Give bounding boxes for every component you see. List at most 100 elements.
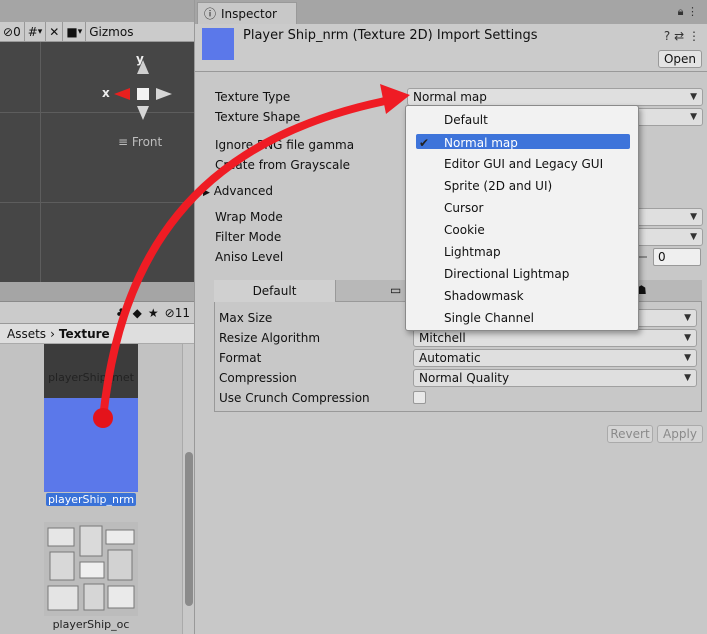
camera-button[interactable]: ■ ▾ (63, 21, 87, 42)
preset-icon[interactable]: ⇄ (674, 29, 684, 43)
inspector-header: Player Ship_nrm (Texture 2D) Import Sett… (195, 24, 707, 72)
inspector-tab-bar: ⓘ Inspector 🔒︎ ⋮ (195, 0, 707, 24)
project-panel: ♣ ◆ ★ ⊘11 Assets › Texture playerShip_me… (0, 282, 194, 634)
tools-icon: ✕ (49, 24, 60, 39)
foldout-arrow-icon: ▶ (203, 188, 210, 198)
menu-lines-icon: ≡ (118, 135, 129, 149)
aniso-level-label: Aniso Level (215, 250, 284, 264)
dropdown-arrow-icon: ▼ (690, 232, 697, 242)
filter-by-type-icon[interactable]: ♣ (116, 306, 127, 320)
axis-x-label: x (102, 86, 110, 100)
apply-button[interactable]: Apply (657, 425, 703, 443)
asset-grid: playerShip_met playerShip_nrm playerShip… (0, 344, 182, 634)
inspector-title: Player Ship_nrm (Texture 2D) Import Sett… (243, 28, 538, 43)
tab-inspector[interactable]: ⓘ Inspector (197, 2, 297, 24)
breadcrumb-separator: › (50, 326, 55, 341)
gizmos-label: Gizmos (89, 24, 134, 39)
resize-algorithm-value: Mitchell (419, 331, 466, 345)
breadcrumb: Assets › Texture (0, 324, 194, 344)
view-mode-toggle[interactable]: ≡ Front (118, 135, 162, 149)
menu-item-lightmap[interactable]: Lightmap (406, 242, 638, 262)
advanced-foldout[interactable]: ▶ Advanced (203, 184, 273, 198)
breadcrumb-root[interactable]: Assets (7, 327, 46, 341)
lock-icon[interactable]: 🔒︎ (678, 5, 684, 18)
format-label: Format (219, 351, 262, 365)
more-menu-icon[interactable]: ⋮ (687, 5, 698, 18)
texture-type-label: Texture Type (215, 90, 291, 104)
more-menu-icon[interactable]: ⋮ (688, 29, 700, 43)
menu-item-normal-map[interactable]: ✔ Normal map (406, 133, 638, 153)
texture-preview-icon (202, 28, 234, 60)
axis-y-label: y (136, 52, 144, 66)
scene-view[interactable]: ⊘ 0 # ▾ ✕ ■ ▾ Gizmos x y ≡ Front (0, 0, 194, 282)
tab-controls: 🔒︎ ⋮ (678, 5, 698, 19)
hidden-count: 0 (13, 24, 21, 39)
monitor-icon[interactable]: ▭ (390, 283, 401, 297)
compression-label: Compression (219, 371, 297, 385)
header-controls: ? ⇄ ⋮ (664, 29, 700, 43)
dropdown-arrow-icon: ▼ (684, 373, 691, 383)
texture-type-dropdown[interactable]: Normal map ▼ (407, 88, 703, 106)
asset-label: playerShip_oc (52, 618, 130, 631)
open-button[interactable]: Open (658, 50, 702, 68)
menu-item-shadowmask[interactable]: Shadowmask (406, 286, 638, 306)
grid-line (40, 42, 41, 282)
grid-snap-button[interactable]: # ▾ (25, 21, 47, 42)
menu-item-cursor[interactable]: Cursor (406, 198, 638, 218)
view-label: Front (131, 135, 163, 149)
resize-algorithm-dropdown[interactable]: Mitchell ▼ (413, 329, 697, 347)
project-toolbar: ♣ ◆ ★ ⊘11 (0, 302, 194, 324)
create-from-grayscale-label: Create from Grayscale (215, 158, 351, 172)
camera-icon: ■ (66, 24, 78, 39)
texture-type-value: Normal map (413, 90, 487, 104)
scene-toolbar: ⊘ 0 # ▾ ✕ ■ ▾ Gizmos (0, 21, 194, 42)
menu-item-cookie[interactable]: Cookie (406, 220, 638, 240)
resize-algorithm-label: Resize Algorithm (219, 331, 321, 345)
dropdown-arrow-icon: ▼ (690, 112, 697, 122)
menu-item-editor-gui[interactable]: Editor GUI and Legacy GUI (406, 154, 638, 174)
checkmark-icon: ✔ (419, 136, 430, 150)
project-tab-bar (0, 282, 194, 302)
scrollbar-thumb[interactable] (185, 452, 193, 606)
visibility-toggle[interactable]: ⊘ 0 (0, 21, 25, 42)
menu-item-single-channel[interactable]: Single Channel (406, 308, 638, 328)
compression-dropdown[interactable]: Normal Quality ▼ (413, 369, 697, 387)
label-icon[interactable]: ◆ (133, 306, 142, 320)
scene-tab-strip (0, 0, 194, 22)
dropdown-arrow-icon: ▼ (684, 313, 691, 323)
star-icon[interactable]: ★ (148, 306, 159, 320)
dropdown-arrow-icon: ▼ (690, 212, 697, 222)
asset-label: playerShip_met (48, 371, 134, 384)
texture-shape-label: Texture Shape (215, 110, 301, 124)
dropdown-arrow-icon: ▾ (77, 26, 83, 37)
menu-item-directional-lightmap[interactable]: Directional Lightmap (406, 264, 638, 284)
grid-line (0, 202, 194, 203)
layers-count: 11 (174, 305, 190, 320)
use-crunch-checkbox[interactable] (413, 391, 426, 404)
ignore-png-gamma-label: Ignore PNG file gamma (215, 138, 355, 152)
layers-toggle[interactable]: ⊘11 (165, 306, 190, 320)
breadcrumb-folder[interactable]: Texture (59, 327, 110, 341)
asset-thumbnail (44, 398, 138, 492)
asset-scrollbar[interactable] (182, 344, 194, 634)
advanced-label: Advanced (213, 184, 274, 198)
asset-thumbnail (44, 522, 138, 616)
use-crunch-label: Use Crunch Compression (219, 391, 370, 405)
compression-value: Normal Quality (419, 371, 510, 385)
tab-default-platform[interactable]: Default (214, 280, 336, 302)
menu-item-sprite[interactable]: Sprite (2D and UI) (406, 176, 638, 196)
dropdown-arrow-icon: ▼ (684, 333, 691, 343)
gizmos-button[interactable]: Gizmos (86, 22, 136, 42)
tools-button[interactable]: ✕ (46, 21, 64, 42)
texture-type-menu: Default ✔ Normal map Editor GUI and Lega… (405, 105, 639, 331)
filter-mode-label: Filter Mode (215, 230, 282, 244)
help-icon[interactable]: ? (664, 29, 670, 43)
aniso-level-input[interactable]: 0 (653, 248, 701, 266)
format-dropdown[interactable]: Automatic ▼ (413, 349, 697, 367)
max-size-label: Max Size (219, 311, 273, 325)
asset-label: playerShip_nrm (45, 493, 137, 506)
revert-button[interactable]: Revert (607, 425, 653, 443)
grid-icon: # (27, 24, 38, 39)
menu-item-default[interactable]: Default (406, 110, 638, 130)
tab-label: Inspector (221, 6, 277, 21)
